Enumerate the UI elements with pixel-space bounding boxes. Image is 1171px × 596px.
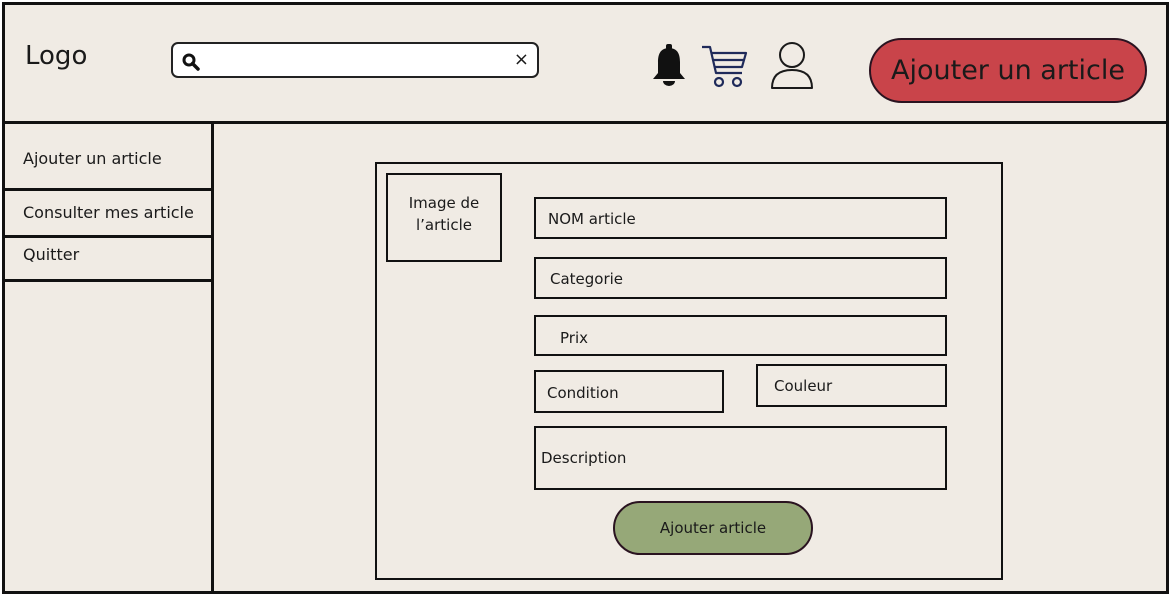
sidebar-item-quit[interactable]: Quitter — [5, 238, 214, 282]
bell-icon[interactable] — [648, 43, 690, 87]
color-field[interactable]: Couleur — [756, 364, 947, 407]
logo[interactable]: Logo — [25, 41, 87, 71]
price-field[interactable]: Prix — [534, 315, 947, 356]
cart-icon[interactable] — [700, 43, 750, 89]
add-article-button[interactable]: Ajouter un article — [869, 38, 1147, 103]
add-article-form: Image de l’article NOM article Categorie… — [375, 162, 1003, 580]
sidebar-item-my-articles[interactable]: Consulter mes article — [5, 191, 214, 238]
condition-field[interactable]: Condition — [534, 370, 724, 413]
sidebar-item-add-article[interactable]: Ajouter un article — [5, 124, 214, 191]
search-bar[interactable]: × — [171, 42, 539, 78]
app-frame: Logo × Ajouter un article Ajouter un art… — [2, 2, 1169, 594]
article-image-upload[interactable]: Image de l’article — [386, 173, 502, 262]
user-icon[interactable] — [768, 39, 816, 91]
name-field[interactable]: NOM article — [534, 197, 947, 239]
category-field[interactable]: Categorie — [534, 257, 947, 299]
header: Logo × Ajouter un article — [5, 5, 1166, 124]
image-label-line2: l’article — [416, 216, 472, 234]
clear-icon[interactable]: × — [514, 50, 529, 70]
sidebar: Ajouter un article Consulter mes article… — [5, 124, 214, 594]
image-label-line1: Image de — [408, 194, 480, 212]
search-icon[interactable] — [181, 52, 201, 72]
submit-article-button[interactable]: Ajouter article — [613, 501, 813, 555]
description-field[interactable]: Description — [534, 426, 947, 490]
